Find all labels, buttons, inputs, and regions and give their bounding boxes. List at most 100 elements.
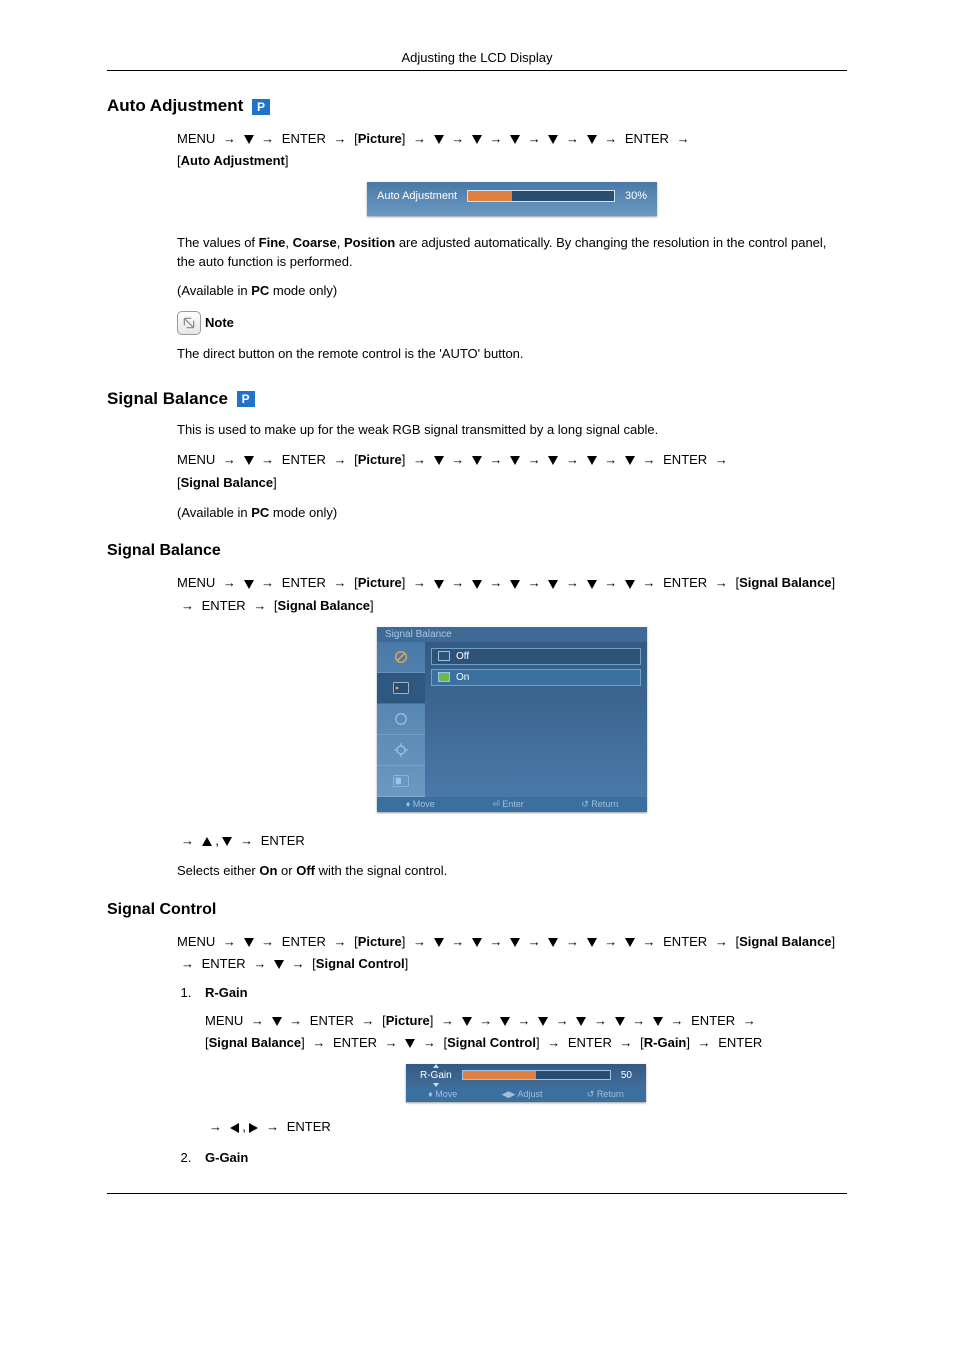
right-arrow-icon: →: [698, 1032, 711, 1054]
list-item-ggain: G-Gain: [195, 1150, 847, 1165]
down-triangle-icon: [434, 580, 444, 589]
right-arrow-icon: →: [743, 1010, 756, 1032]
right-arrow-icon: →: [604, 931, 617, 953]
p-icon: P: [252, 99, 270, 115]
menu-path-rgain: MENU → → ENTER → [Picture] → → → → →: [205, 1010, 847, 1054]
text-pc: PC: [251, 283, 269, 298]
osd-option-label: Off: [456, 651, 469, 662]
text-pc: PC: [251, 505, 269, 520]
picture-label: Picture: [358, 452, 402, 467]
down-triangle-icon: [472, 938, 482, 947]
gain-list: R-Gain MENU → → ENTER → [Picture] → → → …: [177, 985, 847, 1165]
text: (Available in: [177, 505, 251, 520]
down-triangle-icon: [625, 938, 635, 947]
menu-label: MENU: [177, 575, 215, 590]
right-arrow-icon: →: [451, 931, 464, 953]
note-text: The direct button on the remote control …: [177, 345, 847, 364]
right-arrow-icon: →: [312, 1032, 325, 1054]
osd-signal-balance: Signal Balance Off On ♦ Move ⏎ Enter ↺ R…: [377, 627, 647, 812]
auto-adjustment-body: MENU → → ENTER → [Picture] → → → → → → E…: [177, 128, 847, 364]
text-position: Position: [344, 235, 395, 250]
down-triangle-icon: [272, 1017, 282, 1026]
text: (Available in: [177, 283, 251, 298]
right-arrow-icon: →: [604, 572, 617, 594]
text: mode only): [269, 505, 337, 520]
signal-control-label: Signal Control: [316, 956, 405, 971]
right-arrow-icon: →: [333, 128, 346, 150]
text: Return: [591, 799, 618, 809]
enter-label: ENTER: [282, 452, 326, 467]
right-arrow-icon: →: [253, 595, 266, 617]
right-arrow-icon: →: [671, 1010, 684, 1032]
enter-label: ENTER: [333, 1035, 377, 1050]
right-arrow-icon: →: [556, 1010, 569, 1032]
signal-balance-sub-body: MENU → → ENTER → [Picture] → → → → → → →…: [177, 572, 847, 880]
right-arrow-icon: →: [289, 1010, 302, 1032]
osd-auto-progress-fill: [468, 191, 512, 201]
checkbox-icon: [438, 651, 450, 661]
subsection-signal-control: Signal Control: [107, 901, 847, 919]
osd-auto-percent: 30%: [625, 190, 647, 202]
right-arrow-icon: →: [566, 572, 579, 594]
osd-auto-progress-bar: [467, 190, 615, 202]
right-arrow-icon: →: [490, 572, 503, 594]
text: ,: [285, 235, 292, 250]
osd-main: Off On: [425, 642, 647, 797]
left-triangle-icon: [230, 1123, 239, 1133]
osd-hint-move: ♦ Move: [428, 1089, 457, 1100]
down-triangle-icon: [510, 938, 520, 947]
osd-hints: ♦ Move ⏎ Enter ↺ Return: [377, 797, 647, 812]
subsection-signal-balance: Signal Balance: [107, 542, 847, 560]
right-arrow-icon: →: [594, 1010, 607, 1032]
right-arrow-icon: →: [632, 1010, 645, 1032]
down-triangle-icon: [587, 938, 597, 947]
signal-balance-availability: (Available in PC mode only): [177, 504, 847, 523]
right-arrow-icon: →: [413, 572, 426, 594]
enter-label: ENTER: [310, 1013, 354, 1028]
right-triangle-icon: [249, 1123, 258, 1133]
right-arrow-icon: →: [413, 449, 426, 471]
right-arrow-icon: →: [604, 128, 617, 150]
enter-label: ENTER: [625, 131, 669, 146]
down-triangle-icon: [472, 580, 482, 589]
menu-label: MENU: [177, 452, 215, 467]
text: Return: [597, 1089, 624, 1099]
down-triangle-icon: [510, 456, 520, 465]
down-triangle-icon: [244, 938, 254, 947]
footer-rule: [107, 1193, 847, 1194]
right-arrow-icon: →: [528, 931, 541, 953]
signal-control-label: Signal Control: [447, 1035, 536, 1050]
down-triangle-icon: [434, 456, 444, 465]
down-triangle-icon: [615, 1017, 625, 1026]
right-arrow-icon: →: [292, 953, 305, 975]
osd-title: Signal Balance: [377, 627, 647, 642]
text: or: [277, 863, 296, 878]
right-arrow-icon: →: [361, 1010, 374, 1032]
menu-path-signal-balance: MENU → → ENTER → [Picture] → → → → → → →…: [177, 449, 847, 493]
right-arrow-icon: →: [566, 931, 579, 953]
down-triangle-icon: [434, 135, 444, 144]
section-auto-adjustment: Auto Adjustment P: [107, 96, 847, 116]
enter-label: ENTER: [202, 956, 246, 971]
menu-path-signal-control: MENU → → ENTER → [Picture] → → → → → → →…: [177, 931, 847, 975]
right-arrow-icon: →: [223, 128, 236, 150]
picture-label: Picture: [358, 934, 402, 949]
right-arrow-icon: →: [181, 830, 194, 852]
right-arrow-icon: →: [261, 128, 274, 150]
down-triangle-icon: [548, 580, 558, 589]
right-arrow-icon: →: [518, 1010, 531, 1032]
right-arrow-icon: →: [253, 953, 266, 975]
enter-label: ENTER: [691, 1013, 735, 1028]
right-arrow-icon: →: [490, 128, 503, 150]
right-arrow-icon: →: [333, 572, 346, 594]
auto-adjustment-target: Auto Adjustment: [181, 153, 285, 168]
down-triangle-icon: [274, 960, 284, 969]
down-triangle-icon: [244, 580, 254, 589]
right-arrow-icon: →: [451, 572, 464, 594]
right-arrow-icon: →: [209, 1116, 222, 1138]
osd-gain-fill: [463, 1071, 537, 1079]
text: with the signal control.: [315, 863, 447, 878]
text: Enter: [502, 799, 524, 809]
menu-path-auto-adjustment: MENU → → ENTER → [Picture] → → → → → → E…: [177, 128, 847, 172]
r-gain-label: R-Gain: [644, 1035, 687, 1050]
